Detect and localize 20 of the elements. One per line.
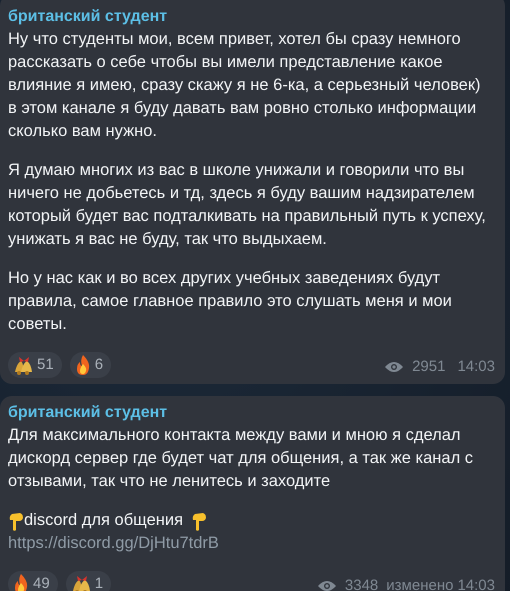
message-time: 14:03 xyxy=(457,356,495,376)
message-time: 14:03 xyxy=(457,576,495,591)
channel-name[interactable]: британский студент xyxy=(8,402,495,424)
fire-icon xyxy=(12,573,30,591)
message-text: discord для общения xyxy=(24,510,184,531)
discord-link[interactable]: https://discord.gg/DjHtu7tdrB xyxy=(8,532,219,555)
message-text: Я думаю многих из вас в школе унижали и говорили что вы ничего не добьетесь и тд, здесь я буду вашим надзирателем который будет вас подталкивать на правильный путь к успеху, унижать я вас не буду, так что выдыхаем. xyxy=(8,160,487,250)
reaction-button[interactable]: 49 xyxy=(8,571,58,591)
view-count: 3348 xyxy=(344,576,378,591)
view-count: 2951 xyxy=(412,356,446,376)
message-text: Для максимального контакта между вами и мною я сделал дискорд сервер где будет чат для общения, а так же канал с отзывами, так что не ленитесь и заходите xyxy=(8,425,474,492)
bell-icon xyxy=(12,354,34,376)
reaction-button[interactable]: 1 xyxy=(66,571,112,591)
message-text: Но у нас как и во всех других учебных заведениях будут правила, самое главное правило это слушать меня и мои советы. xyxy=(8,268,453,335)
views-icon xyxy=(384,360,404,374)
edited-label: изменено xyxy=(386,576,454,591)
reaction-button[interactable]: 6 xyxy=(70,352,112,378)
channel-name[interactable]: британский студент xyxy=(8,6,495,28)
message-text: Ну что студенты мои, всем привет, хотел бы сразу немного рассказать о себе чтобы вы имели представление какое влияние я имею, сразу скажу я не 6-ка, а серьезный человек) в этом канале я буду давать вам ровно столько информации сколько вам нужно. xyxy=(8,29,482,142)
reaction-button[interactable]: 51 xyxy=(8,352,62,378)
